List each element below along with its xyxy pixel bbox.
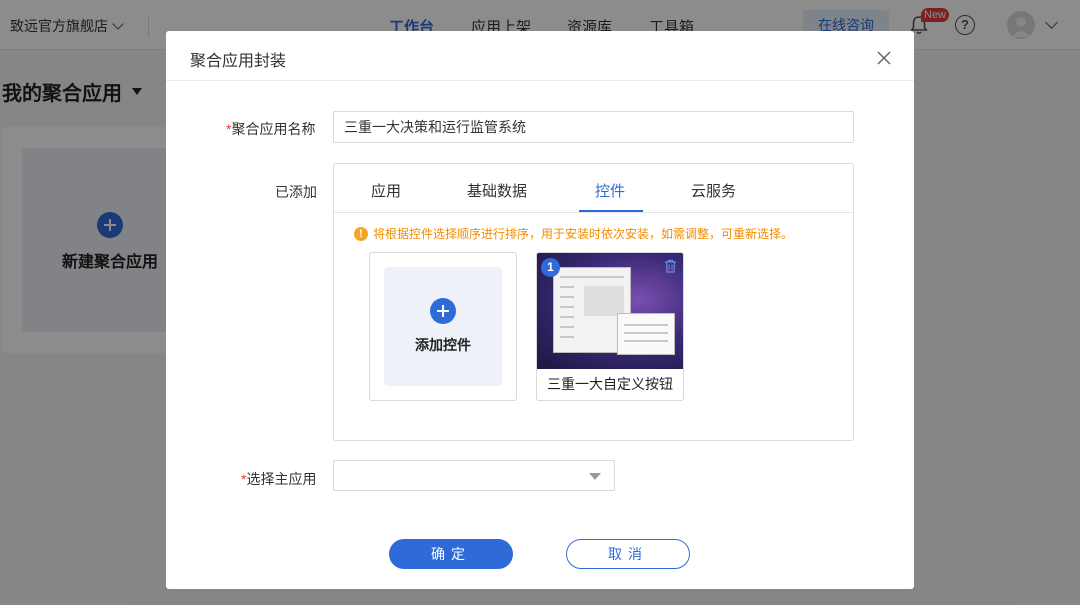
control-name: 三重一大自定义按钮 xyxy=(547,376,673,392)
added-label: 已添加 xyxy=(275,184,317,200)
added-tabs: 应用 基础数据 控件 云服务 xyxy=(334,164,853,213)
confirm-button[interactable]: 确定 xyxy=(389,539,513,569)
sort-hint: ! 将根据控件选择顺序进行排序，用于安装时依次安装，如需调整，可重新选择。 xyxy=(354,225,793,242)
main-app-select[interactable] xyxy=(333,460,615,491)
app-name-label: *聚合应用名称 xyxy=(226,121,316,137)
hint-text: 将根据控件选择顺序进行排序，用于安装时依次安装，如需调整，可重新选择。 xyxy=(373,227,794,241)
control-card[interactable]: 1 三重一大自定义按钮 xyxy=(536,252,684,401)
add-control-card[interactable]: 添加控件 xyxy=(369,252,517,401)
caret-down-icon xyxy=(589,473,601,480)
tab-apps[interactable]: 应用 xyxy=(371,180,401,201)
active-tab-indicator xyxy=(579,210,643,212)
control-thumbnail: 1 xyxy=(537,253,683,369)
app-name-input[interactable] xyxy=(333,111,854,143)
trash-icon[interactable] xyxy=(664,259,677,273)
aggregate-app-modal: 聚合应用封装 *聚合应用名称 已添加 应用 基础数据 控件 云服务 ! 将根据控… xyxy=(166,31,914,589)
add-control-label: 添加控件 xyxy=(415,337,471,353)
add-control-area[interactable]: 添加控件 xyxy=(384,267,502,386)
tab-cloud-services[interactable]: 云服务 xyxy=(691,180,736,201)
tab-controls[interactable]: 控件 xyxy=(595,180,625,201)
modal-title: 聚合应用封装 xyxy=(190,53,287,70)
main-app-label: *选择主应用 xyxy=(241,471,317,487)
plus-icon xyxy=(430,298,456,324)
added-items-box: 应用 基础数据 控件 云服务 ! 将根据控件选择顺序进行排序，用于安装时依次安装… xyxy=(333,163,854,441)
modal-header: 聚合应用封装 xyxy=(166,31,914,81)
cancel-button[interactable]: 取消 xyxy=(566,539,690,569)
warning-icon: ! xyxy=(354,226,368,241)
order-badge: 1 xyxy=(541,258,560,277)
close-icon[interactable] xyxy=(876,50,892,66)
tab-base-data[interactable]: 基础数据 xyxy=(467,180,527,201)
